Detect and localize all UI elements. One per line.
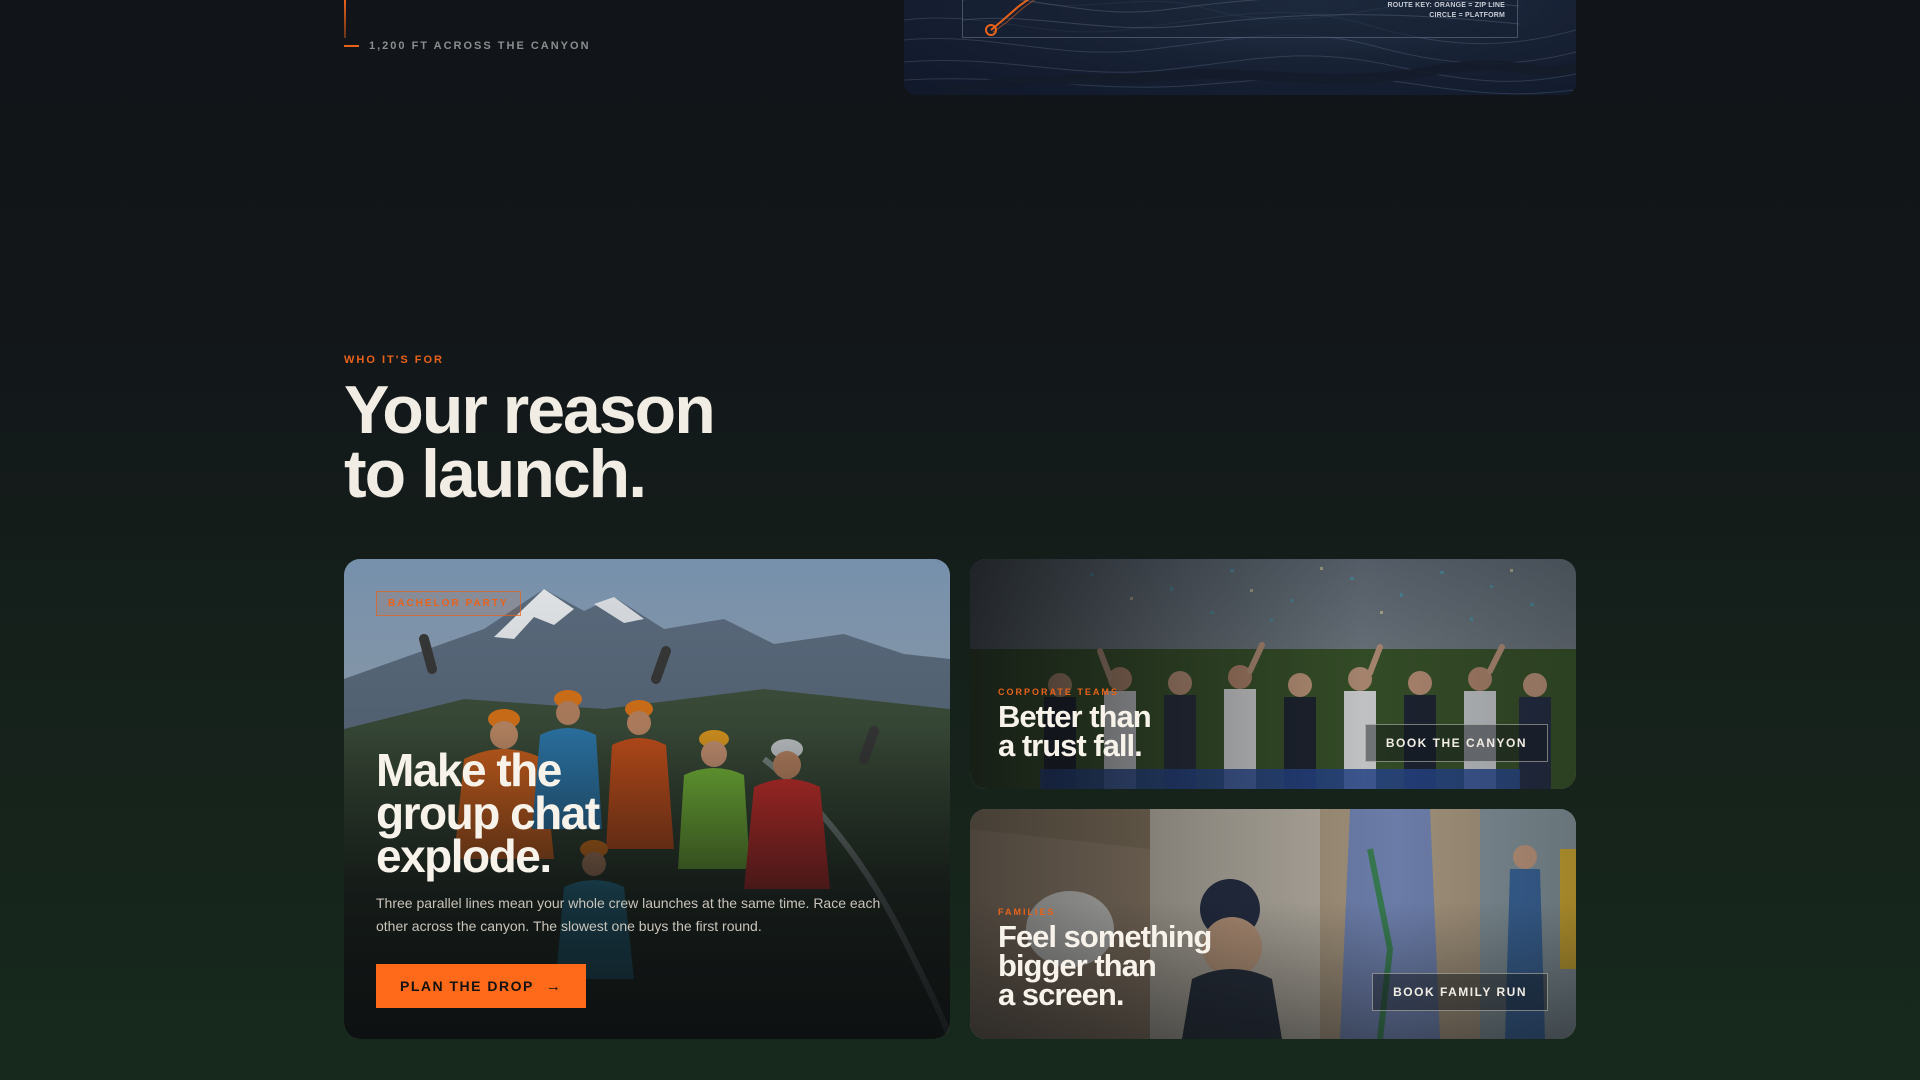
card-title-line: Make the: [376, 744, 562, 796]
section-title: Your reason to launch.: [344, 372, 944, 512]
book-family-run-button[interactable]: BOOK FAMILY RUN: [1372, 973, 1548, 1011]
card-category-tag: CORPORATE TEAMS: [998, 687, 1119, 697]
corporate-teams-card[interactable]: CORPORATE TEAMS Better than a trust fall…: [970, 559, 1576, 789]
distance-caption: 1,200 FT ACROSS THE CANYON: [344, 40, 591, 52]
cta-label: PLAN THE DROP: [400, 978, 534, 994]
card-category-tag: FAMILIES: [998, 907, 1056, 917]
section-title-line: to launch.: [344, 436, 647, 512]
card-description: Three parallel lines mean your whole cre…: [376, 895, 881, 934]
route-key-line: CIRCLE = PLATFORM: [1429, 12, 1505, 19]
card-category-tag: BACHELOR PARTY: [376, 591, 521, 616]
card-title: Feel something bigger than a screen.: [998, 919, 1298, 1012]
card-title-line: Feel something: [998, 919, 1212, 954]
card-title-line: Better than: [998, 699, 1152, 734]
accent-dash: [344, 45, 359, 47]
section-title-line: Your reason: [344, 372, 716, 448]
bachelor-party-card[interactable]: BACHELOR PARTY Make the group chat explo…: [344, 559, 950, 1039]
card-title: Better than a trust fall.: [998, 699, 1298, 763]
route-key-legend: ROUTE KEY: ORANGE = ZIP LINE CIRCLE = PL…: [1387, 1, 1505, 21]
card-title: Make the group chat explode.: [376, 744, 776, 882]
canyon-map-card: ROUTE KEY: ORANGE = ZIP LINE CIRCLE = PL…: [904, 0, 1576, 95]
card-title-line: group chat: [376, 787, 600, 839]
route-key-line: ROUTE KEY: ORANGE = ZIP LINE: [1387, 2, 1505, 9]
map-inset: ROUTE KEY: ORANGE = ZIP LINE CIRCLE = PL…: [962, 0, 1519, 38]
plan-the-drop-button[interactable]: PLAN THE DROP →: [376, 964, 587, 1008]
distance-label: 1,200 FT ACROSS THE CANYON: [369, 40, 591, 52]
card-title-line: bigger than: [998, 948, 1157, 983]
book-the-canyon-button[interactable]: BOOK THE CANYON: [1364, 724, 1548, 762]
card-title-line: a trust fall.: [998, 728, 1143, 763]
vertical-accent-rule: [344, 0, 346, 38]
arrow-right-icon: →: [545, 977, 563, 995]
section-eyebrow: WHO IT'S FOR: [344, 354, 444, 366]
card-title-line: a screen.: [998, 977, 1124, 1012]
families-card[interactable]: FAMILIES Feel something bigger than a sc…: [970, 809, 1576, 1039]
card-title-line: explode.: [376, 830, 552, 882]
